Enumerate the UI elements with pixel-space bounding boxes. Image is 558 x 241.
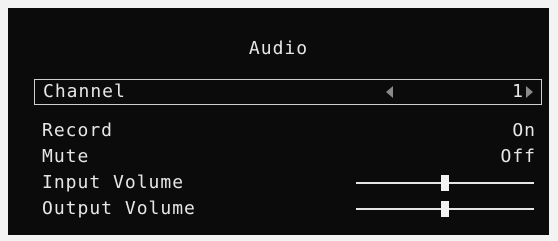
mute-label: Mute bbox=[42, 146, 90, 167]
input-volume-label: Input Volume bbox=[42, 172, 185, 193]
mute-row[interactable]: Mute Off bbox=[34, 144, 542, 170]
output-volume-slider[interactable] bbox=[356, 201, 534, 217]
arrow-left-icon[interactable] bbox=[386, 86, 393, 98]
input-volume-slider[interactable] bbox=[356, 175, 534, 191]
channel-value: 1 bbox=[512, 81, 524, 102]
channel-label: Channel bbox=[43, 81, 126, 102]
menu-title: Audio bbox=[248, 38, 309, 59]
mute-value: Off bbox=[500, 146, 536, 167]
channel-row[interactable]: Channel 1 bbox=[34, 79, 542, 105]
slider-thumb[interactable] bbox=[441, 175, 449, 191]
record-label: Record bbox=[42, 120, 114, 141]
output-volume-row[interactable]: Output Volume bbox=[34, 196, 542, 222]
audio-osd-menu: Audio Channel 1 Record On Mute Off Input… bbox=[8, 8, 549, 235]
input-volume-row[interactable]: Input Volume bbox=[34, 170, 542, 196]
record-row[interactable]: Record On bbox=[34, 118, 542, 144]
output-volume-label: Output Volume bbox=[42, 198, 196, 219]
arrow-right-icon[interactable] bbox=[526, 86, 533, 98]
slider-thumb[interactable] bbox=[441, 201, 449, 217]
record-value: On bbox=[512, 120, 536, 141]
